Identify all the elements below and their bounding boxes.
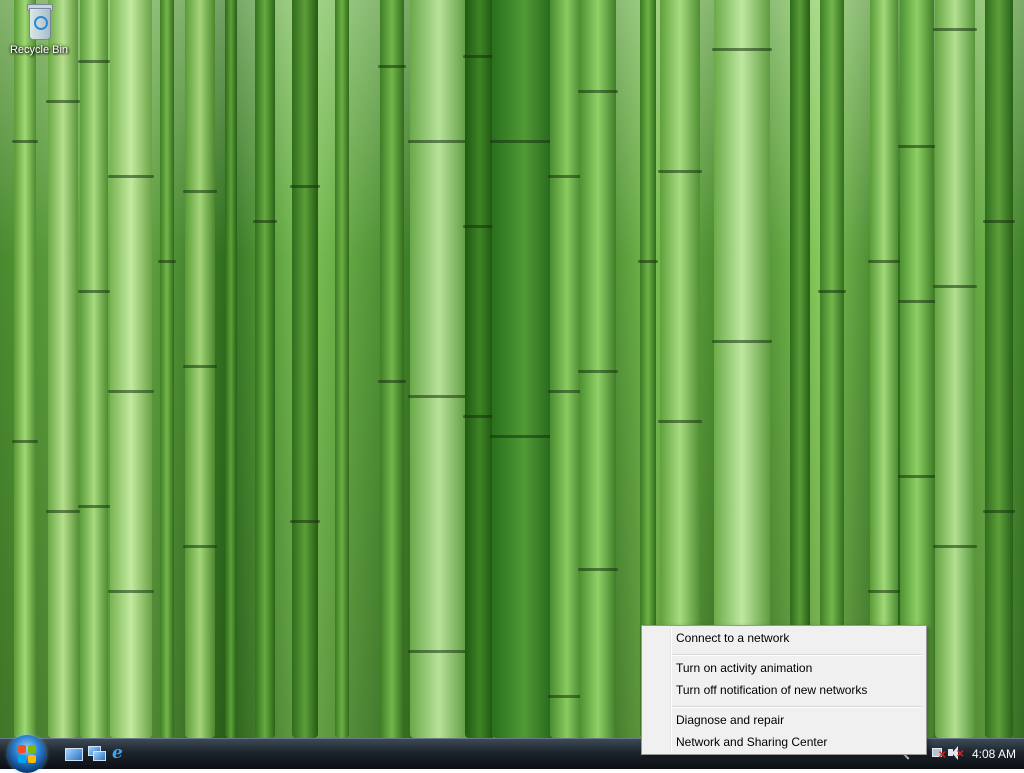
bamboo-stalk: [983, 0, 1015, 738]
desktop-icon-recycle-bin[interactable]: Recycle Bin: [4, 2, 74, 56]
bamboo-stalk: [290, 0, 320, 738]
menu-separator: [672, 654, 922, 656]
menu-item-turn-on-activity-animation[interactable]: Turn on activity animation: [644, 657, 924, 679]
bamboo-stalk: [253, 0, 277, 738]
show-desktop-icon[interactable]: [64, 745, 83, 763]
bamboo-stalk: [578, 0, 618, 738]
taskbar-clock[interactable]: 4:08 AM: [964, 739, 1024, 769]
bamboo-stalk: [225, 0, 237, 738]
recycle-bin-icon: [25, 2, 53, 42]
menu-item-diagnose-and-repair[interactable]: Diagnose and repair: [644, 709, 924, 731]
bamboo-stalk: [46, 0, 80, 738]
menu-item-network-and-sharing-center[interactable]: Network and Sharing Center: [644, 731, 924, 753]
bamboo-stalk: [108, 0, 154, 738]
bamboo-stalk: [463, 0, 497, 738]
menu-item-connect-to-network[interactable]: Connect to a network: [644, 627, 924, 649]
windows-logo-icon: [18, 745, 36, 763]
bamboo-stalk: [408, 0, 470, 738]
bamboo-stalk: [378, 0, 406, 738]
bamboo-stalk: [335, 0, 349, 738]
network-context-menu: Connect to a network Turn on activity an…: [641, 625, 927, 755]
menu-separator: [672, 706, 922, 708]
network-disconnected-icon[interactable]: ✕: [932, 746, 946, 761]
bamboo-stalk: [158, 0, 176, 738]
desktop-icon-label: Recycle Bin: [9, 44, 69, 56]
start-button[interactable]: [8, 735, 46, 773]
bamboo-stalk: [490, 0, 558, 738]
bamboo-stalk: [183, 0, 217, 738]
bamboo-stalk: [78, 0, 110, 738]
bamboo-stalk: [12, 0, 38, 738]
bamboo-stalk: [548, 0, 586, 738]
switch-windows-icon[interactable]: [88, 745, 106, 763]
bamboo-stalk: [933, 0, 977, 738]
volume-muted-icon[interactable]: ✕: [948, 746, 964, 760]
menu-item-turn-off-notification[interactable]: Turn off notification of new networks: [644, 679, 924, 701]
internet-explorer-icon[interactable]: e: [111, 745, 129, 763]
